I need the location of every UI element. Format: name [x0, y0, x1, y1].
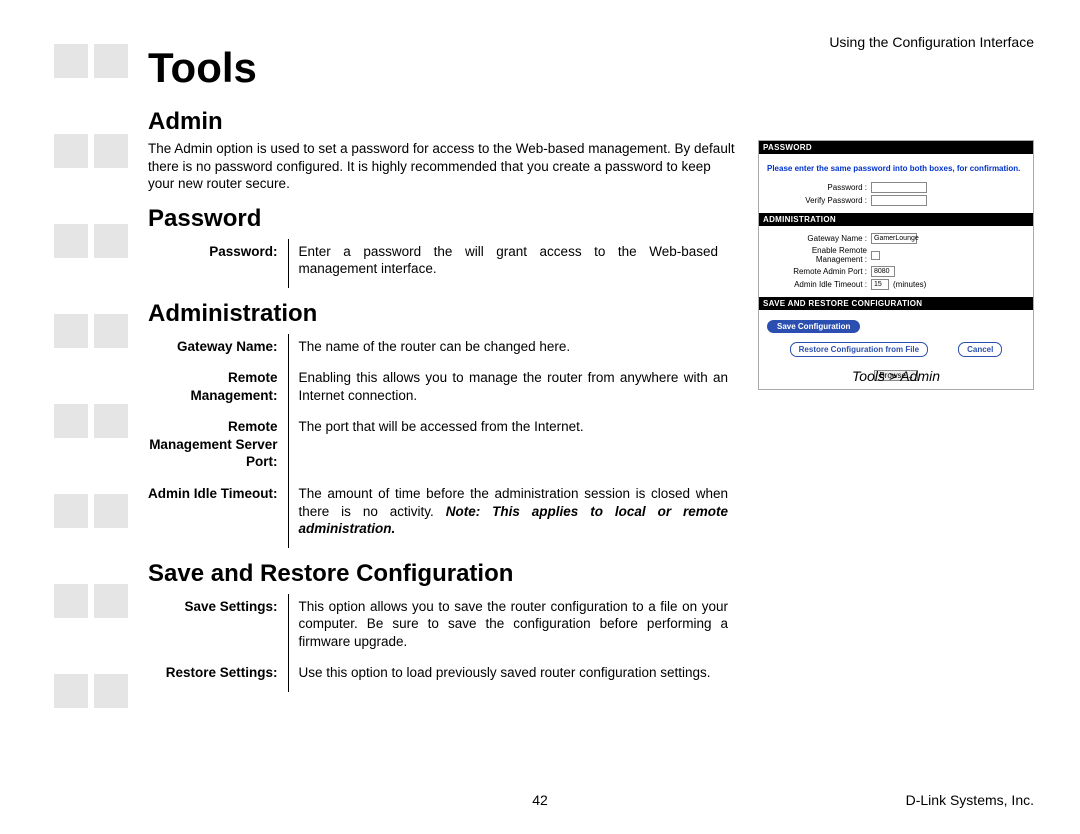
administration-table: Gateway Name: The name of the router can… — [148, 334, 738, 548]
admin-row-label: Remote Management: — [148, 365, 288, 414]
password-row-label: Password: — [148, 239, 288, 288]
shot-input-password[interactable] — [871, 182, 927, 193]
shot-button-restore-config[interactable]: Restore Configuration from File — [790, 342, 928, 357]
admin-row-value: The port that will be accessed from the … — [288, 414, 738, 481]
restore-row-value: Use this option to load previously saved… — [288, 660, 738, 692]
password-row-value: Enter a password the will grant access t… — [288, 239, 728, 288]
admin-row-value: The name of the router can be changed he… — [288, 334, 738, 366]
header-right-text: Using the Configuration Interface — [829, 34, 1034, 50]
shot-input-idle-timeout[interactable]: 15 — [871, 279, 889, 290]
shot-note: Please enter the same password into both… — [759, 154, 1033, 181]
password-table: Password: Enter a password the will gran… — [148, 239, 728, 288]
shot-input-verify-password[interactable] — [871, 195, 927, 206]
section-password-heading: Password — [148, 205, 738, 233]
content-column: Admin The Admin option is used to set a … — [148, 96, 738, 692]
save-row-value: This option allows you to save the route… — [288, 594, 738, 661]
shot-checkbox-enable-remote[interactable] — [871, 251, 880, 260]
footer-company: D-Link Systems, Inc. — [906, 792, 1034, 808]
shot-input-gateway-name[interactable]: GamerLounge — [871, 233, 917, 244]
admin-row-label: Gateway Name: — [148, 334, 288, 366]
shot-button-cancel[interactable]: Cancel — [958, 342, 1002, 357]
shot-bar-password: PASSWORD — [759, 141, 1033, 154]
section-admin-intro: The Admin option is used to set a passwo… — [148, 140, 738, 193]
shot-label-password: Password : — [767, 183, 871, 192]
restore-row-label: Restore Settings: — [148, 660, 288, 692]
admin-row-label: Remote Management Server Port: — [148, 414, 288, 481]
shot-label-minutes: (minutes) — [889, 280, 926, 289]
screenshot-caption: Tools > Admin — [758, 368, 1034, 384]
shot-label-idle-timeout: Admin Idle Timeout : — [767, 280, 871, 289]
section-administration-heading: Administration — [148, 300, 738, 328]
shot-bar-administration: ADMINISTRATION — [759, 213, 1033, 226]
shot-label-verify-password: Verify Password : — [767, 196, 871, 205]
section-save-restore-heading: Save and Restore Configuration — [148, 560, 738, 588]
shot-label-remote-port: Remote Admin Port : — [767, 267, 871, 276]
save-row-label: Save Settings: — [148, 594, 288, 661]
page-title: Tools — [148, 44, 257, 92]
shot-label-gateway-name: Gateway Name : — [767, 234, 871, 243]
decorative-squares — [54, 44, 134, 764]
router-admin-screenshot: PASSWORD Please enter the same password … — [758, 140, 1034, 390]
admin-row-value: Enabling this allows you to manage the r… — [288, 365, 738, 414]
admin-row-label: Admin Idle Timeout: — [148, 481, 288, 548]
shot-button-save-config[interactable]: Save Configuration — [767, 320, 860, 333]
shot-input-remote-port[interactable]: 8080 — [871, 266, 895, 277]
shot-label-enable-remote: Enable Remote Management : — [767, 246, 871, 264]
save-restore-table: Save Settings: This option allows you to… — [148, 594, 738, 692]
admin-row-value: The amount of time before the administra… — [288, 481, 738, 548]
shot-bar-save-restore: SAVE AND RESTORE CONFIGURATION — [759, 297, 1033, 310]
section-admin-heading: Admin — [148, 108, 738, 136]
